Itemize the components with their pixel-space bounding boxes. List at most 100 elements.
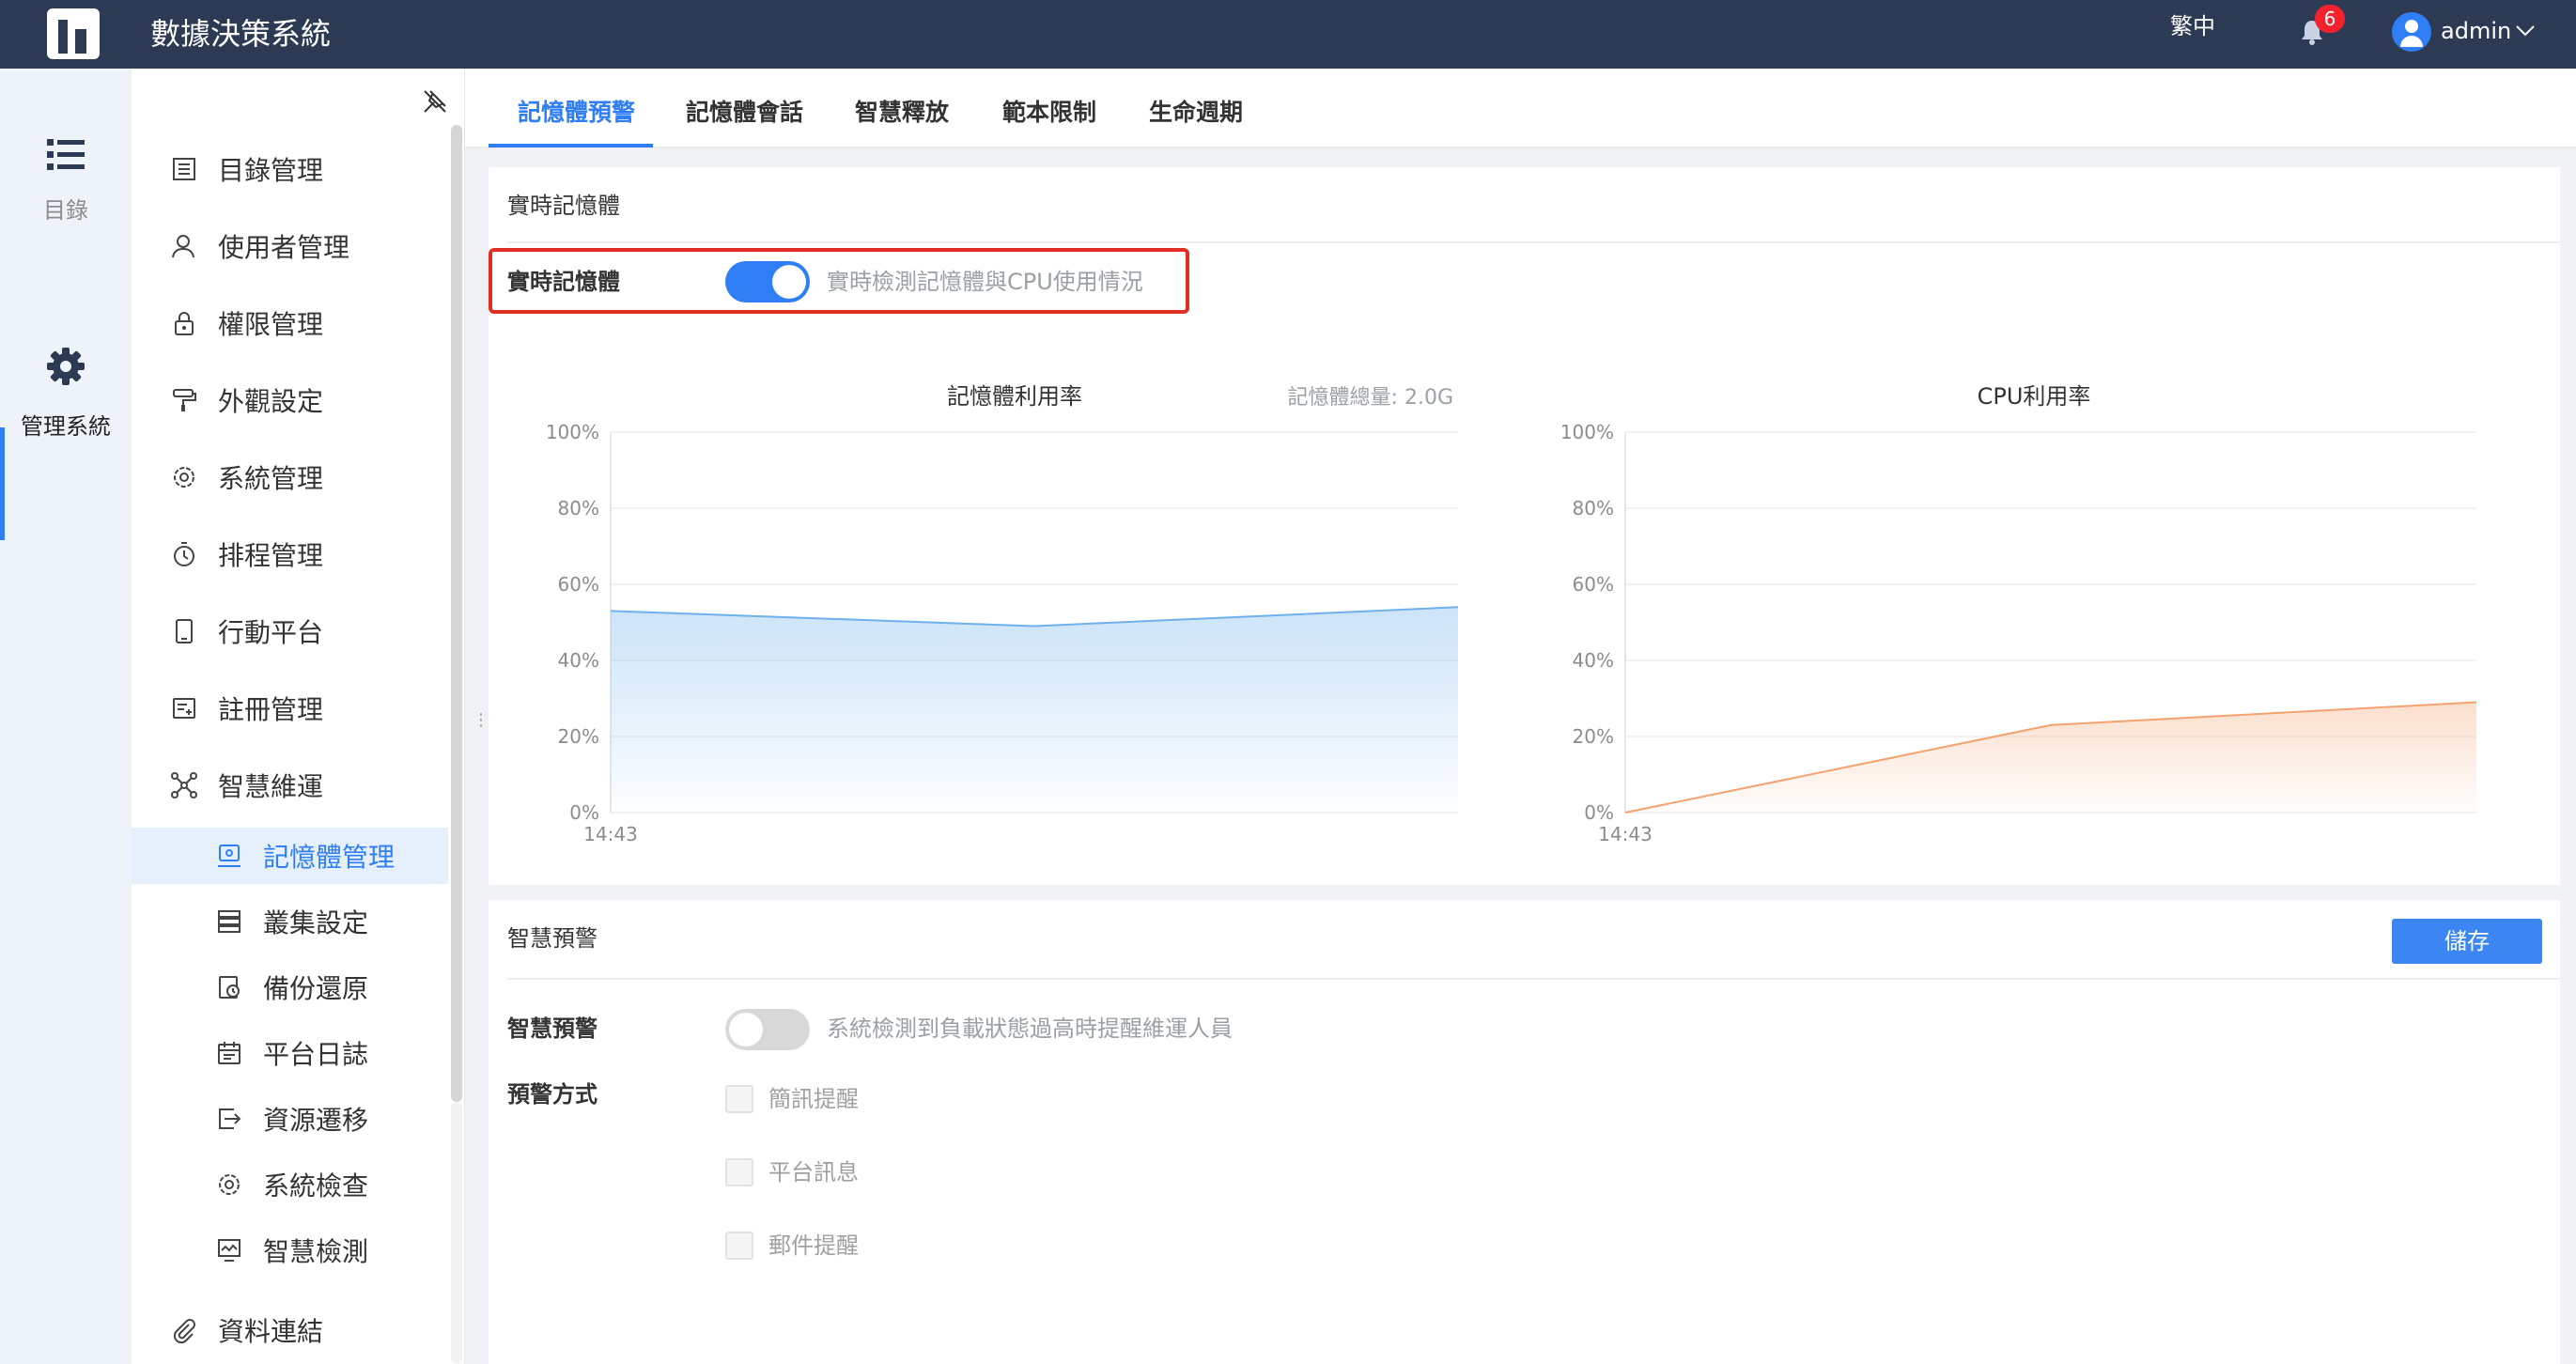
sidebar-scrollbar-track[interactable] xyxy=(451,1102,462,1364)
sidebar-subitem-cluster[interactable]: 叢集設定 xyxy=(214,903,368,940)
backup-icon xyxy=(214,972,244,1002)
left-rail: 目錄 管理系統 xyxy=(0,69,132,1364)
platform-message-checkbox[interactable] xyxy=(725,1158,753,1186)
sidebar-scrollbar[interactable] xyxy=(451,125,462,1102)
notification-badge: 6 xyxy=(2315,5,2345,33)
sidebar-subitem-platform-log[interactable]: 平台日誌 xyxy=(214,1034,368,1072)
mobile-icon xyxy=(169,616,199,646)
sidebar-item-appearance[interactable]: 外觀設定 xyxy=(169,381,323,419)
sidebar-item-register[interactable]: 註冊管理 xyxy=(169,690,323,727)
rail-item-catalog[interactable]: 目錄 xyxy=(0,139,132,225)
sidebar-item-label: 使用者管理 xyxy=(218,232,350,263)
chevron-down-icon[interactable] xyxy=(2514,21,2537,39)
sidebar-item-schedule[interactable]: 排程管理 xyxy=(169,535,323,573)
memory-usage-chart: 記憶體利用率 記憶體總量: 2.0G 100% 80% 60% 40% 20% 0%14:43 xyxy=(546,383,1459,845)
y-tick-label: 40% xyxy=(1573,649,1614,672)
checkbox-label: 郵件提醒 xyxy=(768,1232,859,1259)
warning-toggle[interactable] xyxy=(725,1009,810,1050)
sidebar-subitem-migration[interactable]: 資源遷移 xyxy=(214,1100,368,1138)
language-switch[interactable]: 繁中 xyxy=(2170,11,2215,41)
chart-title: CPU利用率 xyxy=(1978,383,2091,410)
sidebar-item-system[interactable]: 系統管理 xyxy=(169,458,323,496)
sidebar-item-label: 行動平台 xyxy=(218,617,324,648)
check-gear-icon xyxy=(214,1170,244,1200)
sidebar-item-mobile[interactable]: 行動平台 xyxy=(169,612,323,650)
chart-subtitle: 記憶體總量: 2.0G xyxy=(1288,386,1453,410)
y-tick-label: 80% xyxy=(558,497,599,519)
active-tab-indicator xyxy=(489,144,653,147)
gear-icon xyxy=(47,348,85,385)
tab-template-limit[interactable]: 範本限制 xyxy=(1002,97,1096,129)
pin-icon[interactable] xyxy=(421,87,449,116)
y-tick-label: 60% xyxy=(558,573,599,596)
user-icon xyxy=(169,231,199,261)
sidebar-item-catalog[interactable]: 目錄管理 xyxy=(169,150,323,188)
sidebar-item-label: 智慧檢測 xyxy=(263,1236,369,1267)
sidebar-item-label: 排程管理 xyxy=(218,540,324,571)
chart-title: 記憶體利用率 xyxy=(947,383,1082,410)
checkbox-label: 平台訊息 xyxy=(768,1159,859,1186)
app-title: 數據決策系統 xyxy=(150,16,332,52)
smart-warning-card: 智慧預警 智慧預警 系統檢測到負載狀態過高時提醒維運人員 預警方式 簡訊提醒 平… xyxy=(489,900,2560,1364)
top-bar: 數據決策系統 繁中 6 admin xyxy=(0,0,2576,69)
tab-lifecycle[interactable]: 生命週期 xyxy=(1149,97,1243,129)
cpu-usage-chart: CPU利用率 100% 80% 60% 40% 20% 0%14:43 xyxy=(1560,383,2477,845)
sidebar-subitem-system-check[interactable]: 系統檢查 xyxy=(214,1166,368,1203)
sidebar-subitem-memory[interactable]: 記憶體管理 xyxy=(214,837,395,875)
y-tick-label: 100% xyxy=(546,421,599,443)
sms-checkbox[interactable] xyxy=(725,1085,753,1113)
warning-description: 系統檢測到負載狀態過高時提醒維運人員 xyxy=(827,1015,1233,1042)
section-title: 實時記憶體 xyxy=(507,193,620,219)
tab-bar: 記憶體預警 記憶體會話 智慧釋放 範本限制 生命週期 xyxy=(465,69,2576,148)
sidebar-item-label: 目錄管理 xyxy=(218,155,324,186)
sidebar-item-label: 叢集設定 xyxy=(263,907,369,938)
app-logo[interactable] xyxy=(47,8,100,59)
section-divider xyxy=(507,978,2560,980)
sidebar-item-label: 智慧維運 xyxy=(218,771,324,802)
sidebar-subitem-smart-detect[interactable]: 智慧檢測 xyxy=(214,1232,368,1269)
y-tick-label: 20% xyxy=(558,725,599,748)
method-email[interactable]: 郵件提醒 xyxy=(725,1230,859,1262)
checkbox-label: 簡訊提醒 xyxy=(768,1086,859,1112)
toggle-knob xyxy=(729,1013,763,1046)
y-tick-label: 20% xyxy=(1573,725,1614,748)
sidebar-item-users[interactable]: 使用者管理 xyxy=(169,227,349,265)
register-icon xyxy=(169,693,199,723)
sidebar-item-label: 資源遷移 xyxy=(263,1105,369,1136)
sidebar-item-permissions[interactable]: 權限管理 xyxy=(169,304,323,342)
sidebar-item-label: 外觀設定 xyxy=(218,386,324,417)
tab-smart-release[interactable]: 智慧釋放 xyxy=(855,97,949,129)
y-tick-label: 40% xyxy=(558,649,599,672)
sidebar-item-label: 資料連結 xyxy=(218,1316,324,1347)
method-platform-message[interactable]: 平台訊息 xyxy=(725,1156,859,1188)
email-checkbox[interactable] xyxy=(725,1232,753,1260)
tab-memory-session[interactable]: 記憶體會話 xyxy=(686,97,803,129)
list-icon xyxy=(47,139,85,170)
sidebar-item-smart-ops[interactable]: 智慧維運 xyxy=(169,767,323,804)
method-sms[interactable]: 簡訊提醒 xyxy=(725,1083,859,1115)
user-avatar[interactable] xyxy=(2392,12,2431,52)
sidebar-item-label: 註冊管理 xyxy=(218,694,324,725)
section-divider xyxy=(507,241,2560,243)
sidebar-item-label: 備份還原 xyxy=(263,973,369,1004)
highlight-annotation xyxy=(489,248,1189,314)
series-area xyxy=(1625,702,2476,813)
y-tick-label: 0% xyxy=(1584,801,1614,824)
save-button[interactable]: 儲存 xyxy=(2392,919,2542,964)
sidebar-item-label: 系統檢查 xyxy=(263,1170,369,1201)
user-name[interactable]: admin xyxy=(2441,16,2511,46)
x-tick-label: 14:43 xyxy=(583,823,638,845)
paperclip-icon xyxy=(169,1315,199,1345)
resize-handle-icon[interactable]: ⋮ xyxy=(473,711,489,730)
sidebar-subitem-backup[interactable]: 備份還原 xyxy=(214,969,368,1006)
sidebar-item-data-link[interactable]: 資料連結 xyxy=(169,1311,323,1349)
catalog-icon xyxy=(169,154,199,184)
tab-memory-warning[interactable]: 記憶體預警 xyxy=(518,97,635,129)
memory-icon xyxy=(214,841,244,871)
rail-item-management[interactable]: 管理系統 xyxy=(0,346,132,441)
paint-roller-icon xyxy=(169,385,199,415)
network-icon xyxy=(169,770,199,800)
rail-item-label: 目錄 xyxy=(43,197,88,224)
timer-icon xyxy=(169,539,199,569)
y-tick-label: 60% xyxy=(1573,573,1614,596)
